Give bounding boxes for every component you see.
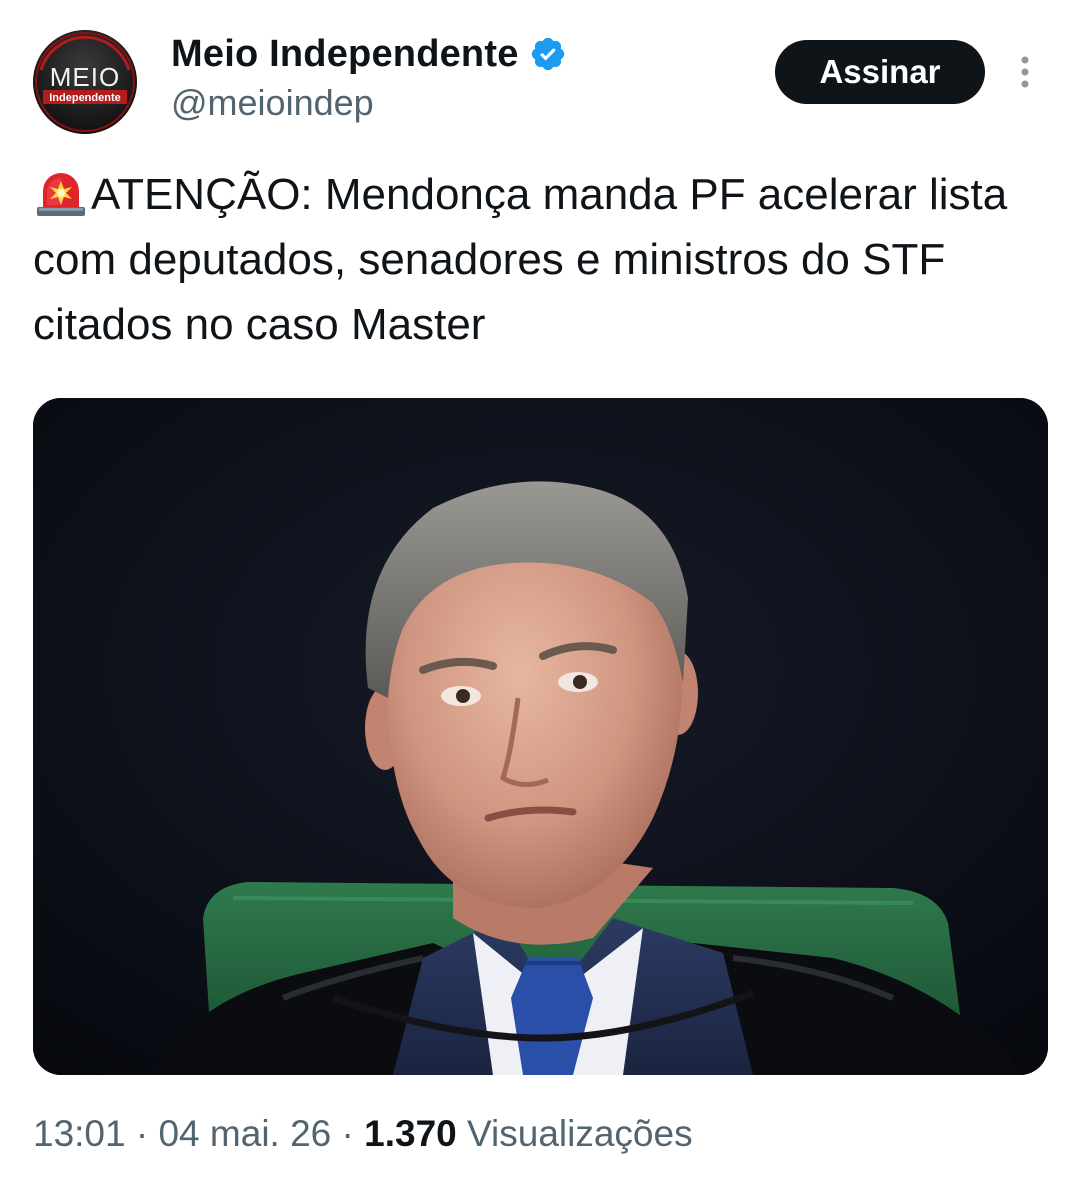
tweet-meta: 13:01 · 04 mai. 26 · 1.370 Visualizações — [33, 1113, 693, 1155]
more-vertical-icon[interactable] — [1010, 52, 1040, 92]
tweet-body: ATENÇÃO: Mendonça manda PF acelerar list… — [33, 170, 1008, 349]
rotating-light-icon — [33, 167, 89, 217]
author-name-row[interactable]: Meio Independente — [171, 30, 567, 78]
author-display-name[interactable]: Meio Independente — [171, 33, 519, 76]
author-handle[interactable]: @meioindep — [171, 82, 374, 124]
author-avatar[interactable]: MEIO Independente — [33, 30, 137, 134]
tweet-card: MEIO Independente Meio Independente @mei… — [0, 0, 1080, 1179]
views-label[interactable]: Visualizações — [467, 1113, 693, 1154]
tweet-time[interactable]: 13:01 — [33, 1113, 126, 1154]
svg-text:MEIO: MEIO — [50, 62, 120, 92]
meta-separator: · — [341, 1113, 354, 1154]
views-count[interactable]: 1.370 — [364, 1113, 457, 1154]
verified-badge-icon[interactable] — [529, 35, 567, 73]
tweet-date[interactable]: 04 mai. 26 — [158, 1113, 331, 1154]
subscribe-button[interactable]: Assinar — [775, 40, 985, 104]
svg-text:Independente: Independente — [49, 92, 121, 104]
meta-separator: · — [135, 1113, 149, 1154]
tweet-text: ATENÇÃO: Mendonça manda PF acelerar list… — [33, 162, 1048, 357]
meio-logo-icon: MEIO Independente — [33, 30, 137, 134]
portrait-illustration — [33, 398, 1048, 1075]
tweet-photo[interactable] — [33, 398, 1048, 1075]
